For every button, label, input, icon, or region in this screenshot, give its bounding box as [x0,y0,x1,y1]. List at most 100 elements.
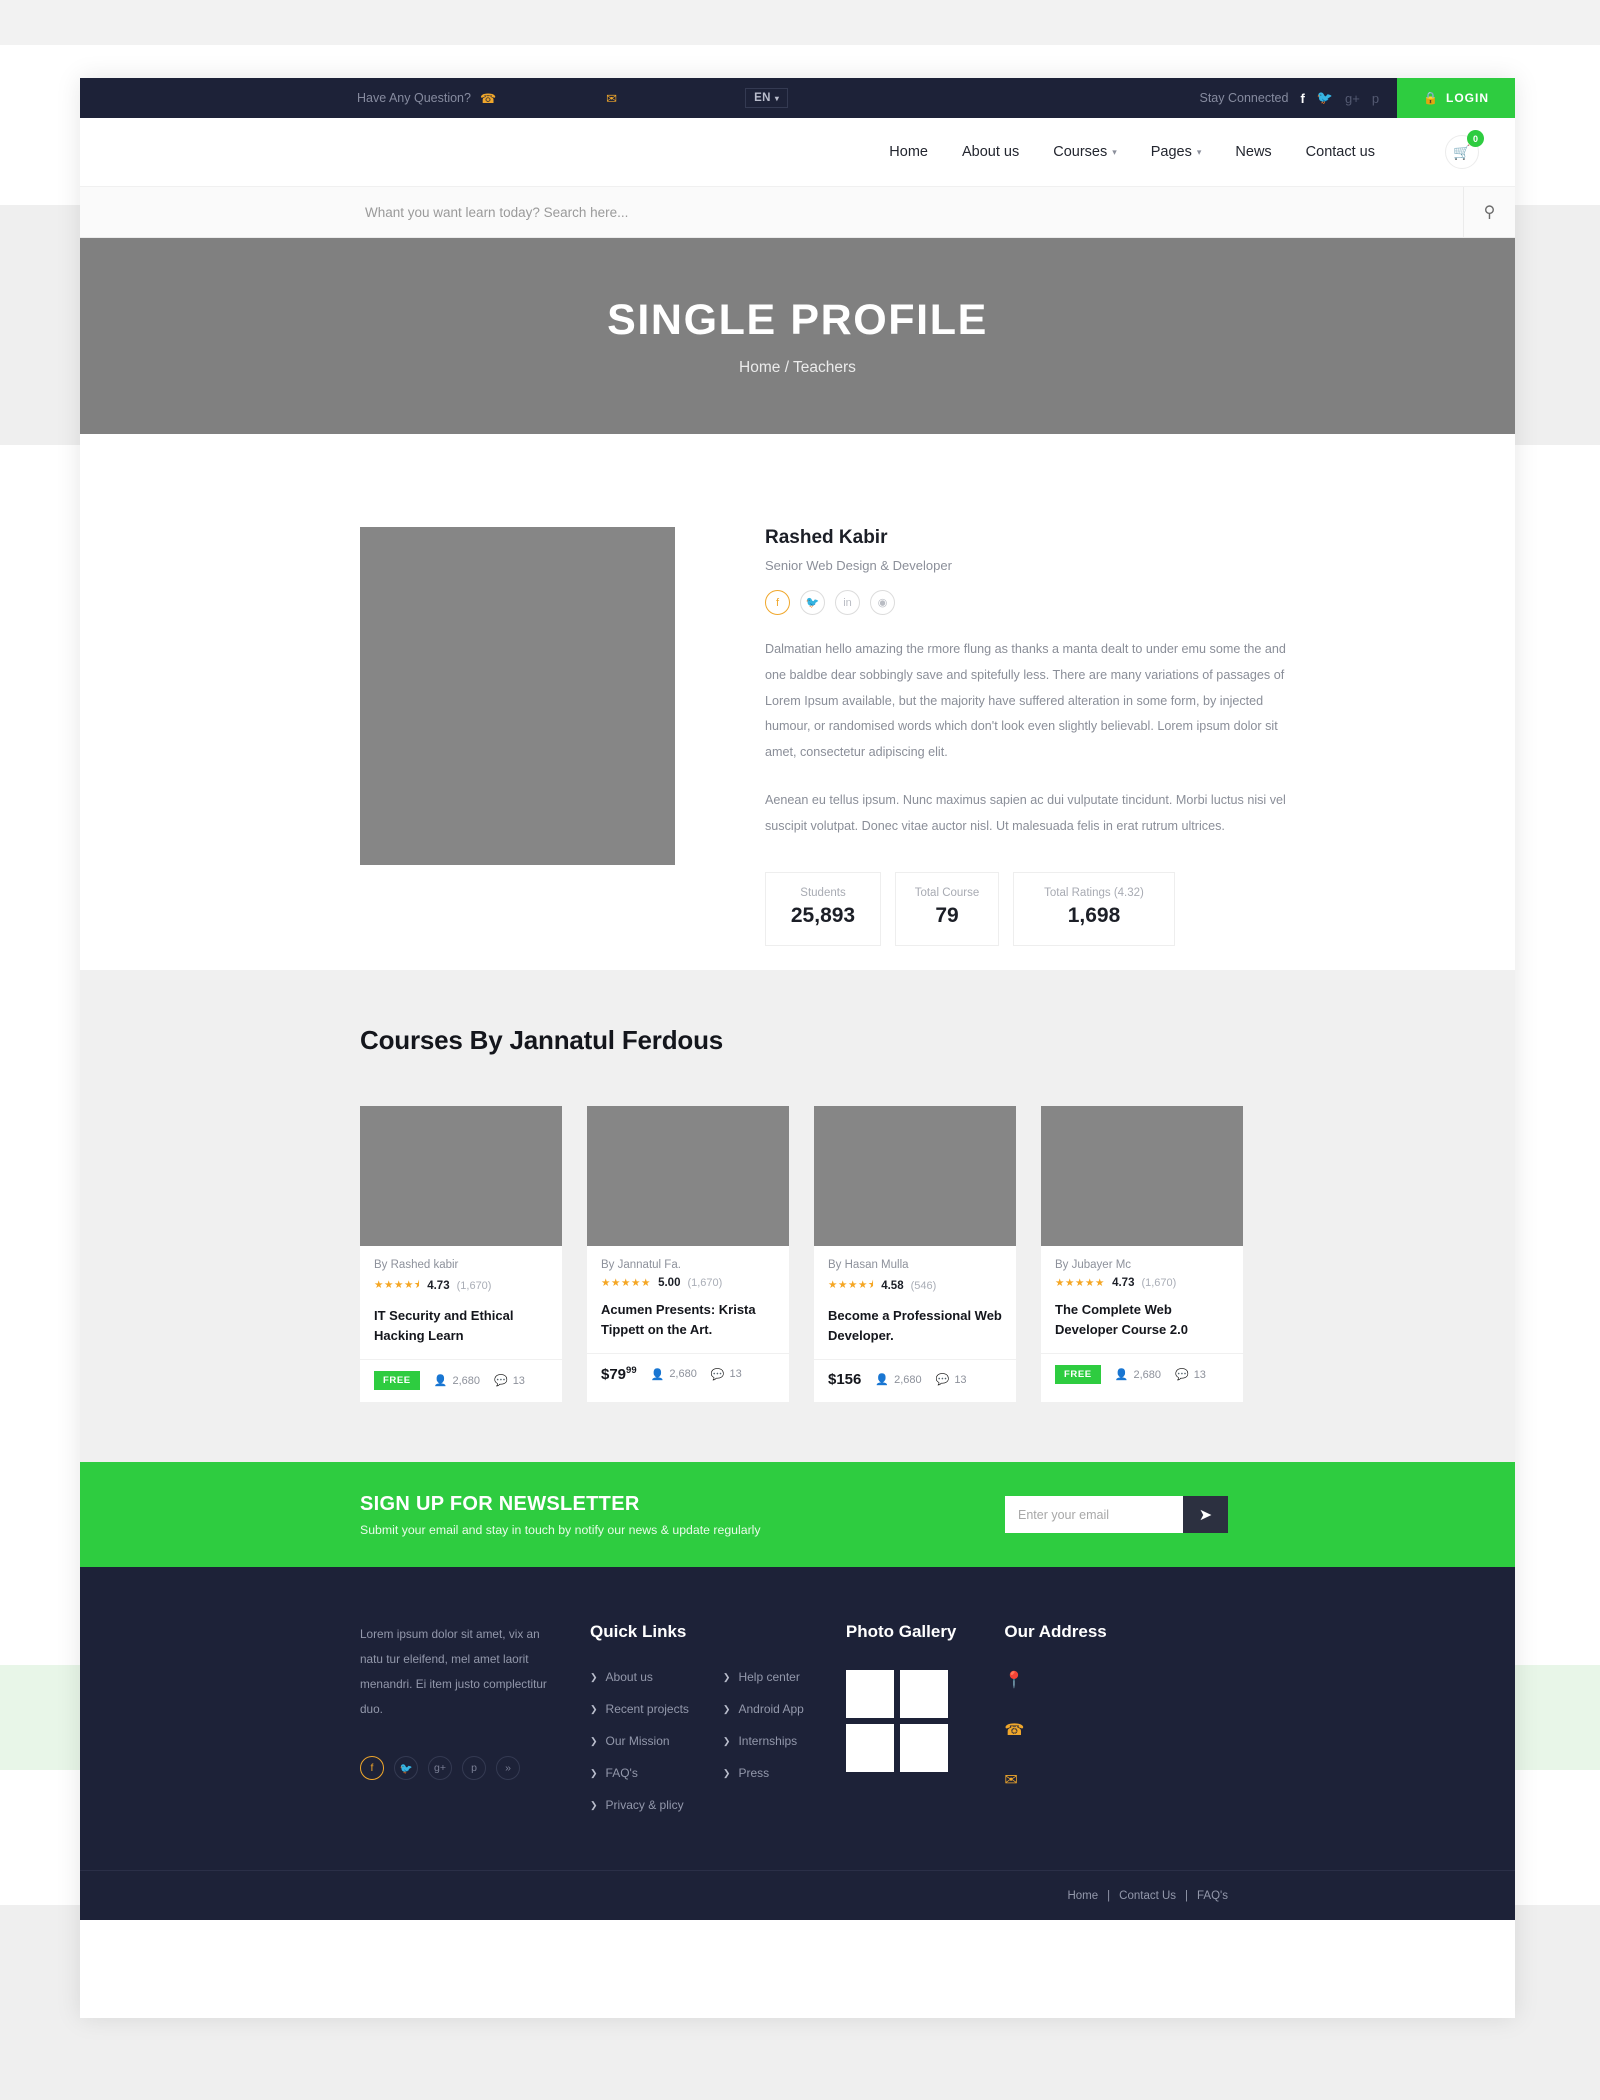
separator: | [1185,1889,1189,1902]
course-price-cents: 99 [626,1365,637,1377]
course-rating-count: (546) [910,1280,937,1292]
course-title[interactable]: Become a Professional Web Developer. [828,1306,1002,1346]
have-any-question-label: Have Any Question? [357,91,471,105]
stat-label: Total Course [914,886,980,899]
twitter-icon[interactable]: 🐦 [394,1756,418,1781]
footer-link[interactable]: ❯ Help center [723,1670,804,1684]
search-input-wrapper [80,187,1463,237]
course-card[interactable]: By Jannatul Fa. ★★★★★ 5.00 (1,670) Acume… [587,1106,789,1403]
footer-link[interactable]: ❯ FAQ's [590,1766,689,1780]
pinterest-icon[interactable]: p [462,1756,486,1781]
course-price-free-badge: FREE [1055,1365,1101,1385]
footer-quick-links-title: Quick Links [590,1622,687,1642]
course-card-body: By Jannatul Fa. ★★★★★ 5.00 (1,670) Acume… [587,1246,789,1353]
search-icon: ⚲ [1483,204,1496,221]
chevron-right-icon: ❯ [590,1767,598,1778]
twitter-icon[interactable]: 🐦 [1317,90,1333,106]
login-button[interactable]: 🔒 LOGIN [1397,78,1515,118]
nav-label: Courses [1053,144,1108,160]
course-price-free-badge: FREE [374,1371,420,1391]
course-students-meta: 👤 2,680 [433,1374,480,1388]
facebook-icon[interactable]: f [1300,91,1304,106]
breadcrumb: Home / Teachers [739,358,856,376]
footer-address-column: Our Address 📍 ☎ ✉ [1004,1622,1106,1830]
page-title: SINGLE PROFILE [607,295,988,344]
google-plus-icon[interactable]: g+ [1345,91,1360,106]
nav-item-about-us[interactable]: About us [962,144,1019,160]
course-card[interactable]: By Jubayer Mc ★★★★★ 4.73 (1,670) The Com… [1041,1106,1243,1403]
gallery-thumbnail[interactable] [899,1670,948,1719]
footer-link[interactable]: ❯ Android App [723,1702,804,1716]
footer-links-col-1: ❯ About us ❯ Recent projects ❯ Our Mission … [590,1670,689,1830]
footer-link[interactable]: ❯ Our Mission [590,1734,689,1748]
footer-link[interactable]: ❯ Internships [723,1734,804,1748]
nav-item-home[interactable]: Home [889,144,928,160]
footer-link[interactable]: ❯ Recent projects [590,1702,689,1716]
google-plus-icon[interactable]: g+ [428,1756,452,1781]
newsletter-email-input[interactable] [1005,1496,1183,1534]
nav-item-pages[interactable]: Pages ▾ [1151,144,1202,160]
top-bar-right: Stay Connected f 🐦 g+ p 🔒 LOGIN [1199,78,1515,118]
mail-icon[interactable]: ✉ [606,92,617,105]
footer-bottom-link-faqs[interactable]: FAQ's [1197,1890,1228,1902]
profile-stats: Students 25,893 Total Course 79 Total Ra… [765,871,1310,946]
footer-link[interactable]: ❯ Privacy & plicy [590,1798,689,1812]
course-comments-meta: 💬 13 [936,1373,967,1387]
user-icon: 👤 [433,1375,448,1388]
newsletter-form: ➤ [1005,1496,1228,1534]
profile-avatar-image [360,527,675,865]
course-title[interactable]: Acumen Presents: Krista Tippett on the A… [601,1300,775,1340]
gallery-thumbnail[interactable] [845,1670,894,1719]
course-thumbnail [814,1106,1016,1246]
course-title[interactable]: IT Security and Ethical Hacking Learn [374,1306,548,1346]
chevron-right-icon: ❯ [722,1703,731,1714]
language-selector[interactable]: EN ▾ [745,88,789,108]
search-button[interactable]: ⚲ [1463,187,1515,237]
gallery-thumbnail[interactable] [899,1724,948,1773]
profile-section: Rashed Kabir Senior Web Design & Develop… [80,434,1515,970]
courses-section: Courses By Jannatul Ferdous By Rashed ka… [80,970,1515,1463]
footer-bottom-link-home[interactable]: Home [1067,1890,1098,1902]
chevron-right-icon: ❯ [590,1671,598,1682]
search-input[interactable] [365,204,1463,220]
course-card[interactable]: By Rashed kabir ★★★★⯨ 4.73 (1,670) IT Se… [360,1106,562,1403]
stat-total-course: Total Course 79 [895,871,999,946]
newsletter-heading: SIGN UP FOR NEWSLETTER [360,1492,640,1515]
phone-icon[interactable]: ☎ [480,92,496,105]
profile-info: Rashed Kabir Senior Web Design & Develop… [765,527,1310,970]
course-card-list: By Rashed kabir ★★★★⯨ 4.73 (1,670) IT Se… [360,1106,1515,1403]
course-author: By Rashed kabir [374,1259,459,1271]
nav-item-contact-us[interactable]: Contact us [1306,144,1375,160]
newsletter-submit-button[interactable]: ➤ [1183,1496,1228,1534]
nav-item-courses[interactable]: Courses ▾ [1053,144,1117,160]
rss-icon[interactable]: » [496,1756,520,1781]
search-bar: ⚲ [80,186,1515,238]
twitter-icon[interactable]: 🐦 [800,590,825,615]
pinterest-icon[interactable]: p [1372,91,1379,106]
footer-link[interactable]: ❯ About us [590,1670,689,1684]
footer-link-label: Privacy & plicy [605,1798,684,1813]
stay-connected-label: Stay Connected [1199,91,1289,105]
dribbble-icon[interactable]: ◉ [870,590,895,615]
top-bar-social-links: f 🐦 g+ p [1300,90,1379,106]
course-comments-count: 13 [729,1368,742,1381]
footer-link[interactable]: ❯ Press [723,1766,804,1780]
newsletter-text: SIGN UP FOR NEWSLETTER Submit your email… [360,1493,761,1537]
course-thumbnail [587,1106,789,1246]
course-rating-count: (1,670) [687,1277,723,1289]
footer-bottom-link-contact-us[interactable]: Contact Us [1119,1890,1176,1902]
nav-item-news[interactable]: News [1235,144,1271,160]
nav-label: About us [961,144,1020,160]
course-rating-value: 4.73 [1112,1277,1135,1289]
gallery-thumbnail[interactable] [845,1724,894,1773]
facebook-icon[interactable]: f [360,1756,384,1781]
course-title[interactable]: The Complete Web Developer Course 2.0 [1055,1300,1229,1340]
course-card[interactable]: By Hasan Mulla ★★★★⯨ 4.58 (546) Become a… [814,1106,1016,1403]
comment-icon: 💬 [1174,1369,1189,1382]
course-rating: ★★★★★ 4.73 (1,670) [1055,1277,1229,1289]
stat-value: 1,698 [1067,903,1121,927]
facebook-icon[interactable]: f [765,590,790,615]
linkedin-icon[interactable]: in [835,590,860,615]
course-thumbnail [360,1106,562,1246]
cart-button[interactable]: 🛒 0 [1445,130,1484,169]
